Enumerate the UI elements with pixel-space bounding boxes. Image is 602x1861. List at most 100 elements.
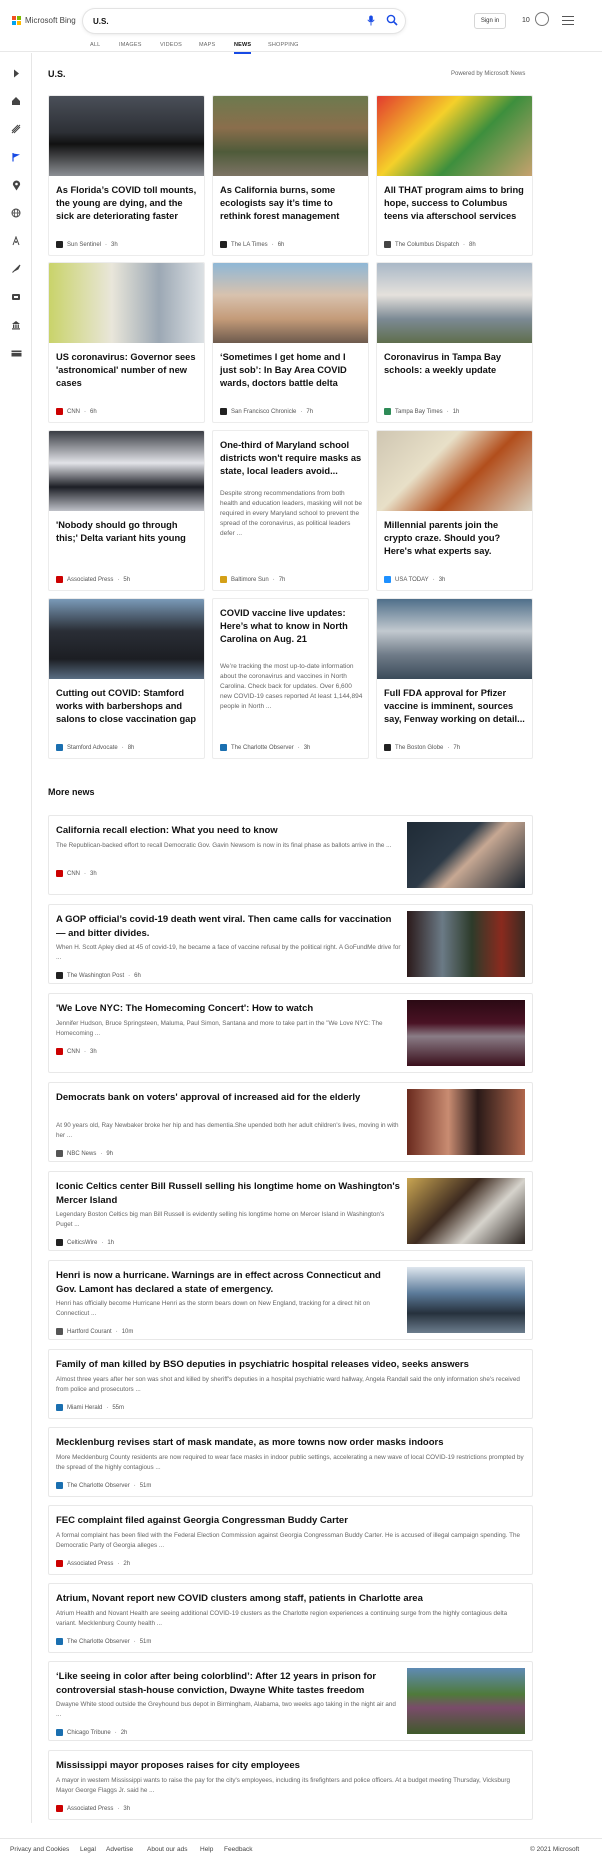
local-pin-icon[interactable] [10, 179, 22, 191]
news-card-image[interactable] [377, 599, 532, 679]
news-card-title[interactable]: All THAT program aims to bring hope, suc… [384, 184, 528, 222]
tab-shopping[interactable]: SHOPPING [268, 42, 299, 54]
news-card-image[interactable] [49, 431, 204, 511]
news-card-title[interactable]: Millennial parents join the crypto craze… [384, 519, 528, 557]
sports-icon[interactable] [10, 123, 22, 135]
news-card-source[interactable]: USA TODAY · 3h [384, 576, 445, 583]
news-card-title[interactable]: As California burns, some ecologists say… [220, 184, 364, 222]
news-item-title[interactable]: Democrats bank on voters' approval of in… [56, 1091, 402, 1105]
news-list-item[interactable]: FEC complaint filed against Georgia Cong… [48, 1505, 533, 1575]
money-icon[interactable] [10, 347, 22, 359]
tab-news[interactable]: NEWS [234, 42, 252, 54]
expand-arrow-icon[interactable] [10, 67, 22, 79]
tab-videos[interactable]: VIDEOS [160, 42, 182, 54]
news-card-image[interactable] [377, 96, 532, 176]
news-item-title[interactable]: Mecklenburg revises start of mask mandat… [56, 1436, 526, 1450]
news-card[interactable]: Coronavirus in Tampa Bay schools: a week… [376, 262, 533, 423]
news-item-source[interactable]: CelticsWire · 1h [56, 1239, 114, 1246]
news-item-title[interactable]: Iconic Celtics center Bill Russell selli… [56, 1180, 402, 1207]
news-card-image[interactable] [213, 96, 368, 176]
news-card-image[interactable] [49, 96, 204, 176]
news-card[interactable]: Full FDA approval for Pfizer vaccine is … [376, 598, 533, 759]
news-item-image[interactable] [407, 911, 525, 977]
news-item-image[interactable] [407, 1089, 525, 1155]
news-list-item[interactable]: Iconic Celtics center Bill Russell selli… [48, 1171, 533, 1251]
news-card-source[interactable]: Sun Sentinel · 3h [56, 241, 118, 248]
tab-images[interactable]: IMAGES [119, 42, 142, 54]
news-item-source[interactable]: The Charlotte Observer · 51m [56, 1482, 151, 1489]
news-item-source[interactable]: Chicago Tribune · 2h [56, 1729, 127, 1736]
home-icon[interactable] [10, 95, 22, 107]
news-item-image[interactable] [407, 1000, 525, 1066]
politics-flag-icon[interactable] [10, 151, 22, 163]
news-item-source[interactable]: Associated Press · 3h [56, 1805, 130, 1812]
news-item-source[interactable]: Miami Herald · 55m [56, 1404, 124, 1411]
news-card-source[interactable]: Tampa Bay Times · 1h [384, 408, 459, 415]
news-card[interactable]: Millennial parents join the crypto craze… [376, 430, 533, 591]
footer-link-advertise[interactable]: Advertise [106, 1846, 133, 1853]
science-icon[interactable] [10, 235, 22, 247]
news-card[interactable]: US coronavirus: Governor sees 'astronomi… [48, 262, 205, 423]
news-list-item[interactable]: Family of man killed by BSO deputies in … [48, 1349, 533, 1419]
news-list-item[interactable]: Mississippi mayor proposes raises for ci… [48, 1750, 533, 1820]
news-card-source[interactable]: San Francisco Chronicle · 7h [220, 408, 313, 415]
news-item-image[interactable] [407, 1267, 525, 1333]
news-card-source[interactable]: CNN · 6h [56, 408, 97, 415]
bing-logo[interactable]: Microsoft Bing [12, 16, 76, 25]
news-card[interactable]: COVID vaccine live updates: Here’s what … [212, 598, 369, 759]
news-item-source[interactable]: The Washington Post · 6h [56, 972, 141, 979]
news-card[interactable]: ‘Sometimes I get home and I just sob’: I… [212, 262, 369, 423]
search-input[interactable] [93, 15, 343, 27]
news-card[interactable]: One-third of Maryland school districts w… [212, 430, 369, 591]
news-card-title[interactable]: ‘Sometimes I get home and I just sob’: I… [220, 351, 364, 389]
news-card-image[interactable] [49, 599, 204, 679]
news-list-item[interactable]: Henri is now a hurricane. Warnings are i… [48, 1260, 533, 1340]
hamburger-menu-icon[interactable] [562, 16, 574, 25]
news-card-source[interactable]: Stamford Advocate · 8h [56, 744, 134, 751]
tab-maps[interactable]: MAPS [199, 42, 215, 54]
microphone-icon[interactable] [367, 15, 375, 26]
footer-link-about-ads[interactable]: About our ads [147, 1846, 187, 1853]
news-item-source[interactable]: CNN · 3h [56, 1048, 97, 1055]
news-card-title[interactable]: As Florida’s COVID toll mounts, the youn… [56, 184, 200, 222]
tab-all[interactable]: ALL [90, 42, 100, 54]
news-list-item[interactable]: ‘Like seeing in color after being colorb… [48, 1661, 533, 1741]
news-list-item[interactable]: A GOP official’s covid-19 death went vir… [48, 904, 533, 984]
news-item-source[interactable]: NBC News · 9h [56, 1150, 113, 1157]
technology-rocket-icon[interactable] [10, 263, 22, 275]
news-item-title[interactable]: FEC complaint filed against Georgia Cong… [56, 1514, 526, 1528]
news-card[interactable]: All THAT program aims to bring hope, suc… [376, 95, 533, 256]
news-item-source[interactable]: Associated Press · 2h [56, 1560, 130, 1567]
news-card[interactable]: As California burns, some ecologists say… [212, 95, 369, 256]
news-item-title[interactable]: 'We Love NYC: The Homecoming Concert': H… [56, 1002, 402, 1016]
news-item-image[interactable] [407, 822, 525, 888]
news-card-image[interactable] [377, 431, 532, 511]
news-card-title[interactable]: 'Nobody should go through this;' Delta v… [56, 519, 200, 545]
news-list-item[interactable]: Atrium, Novant report new COVID clusters… [48, 1583, 533, 1653]
footer-link-feedback[interactable]: Feedback [224, 1846, 253, 1853]
entertainment-icon[interactable] [10, 291, 22, 303]
news-list-item[interactable]: Mecklenburg revises start of mask mandat… [48, 1427, 533, 1497]
footer-link-privacy[interactable]: Privacy and Cookies [10, 1846, 69, 1853]
powered-by-label[interactable]: Powered by Microsoft News [451, 71, 525, 77]
footer-link-legal[interactable]: Legal [80, 1846, 96, 1853]
news-card-title[interactable]: US coronavirus: Governor sees 'astronomi… [56, 351, 200, 389]
news-card-source[interactable]: The Boston Globe · 7h [384, 744, 460, 751]
footer-link-help[interactable]: Help [200, 1846, 213, 1853]
news-card-title[interactable]: Full FDA approval for Pfizer vaccine is … [384, 687, 528, 725]
news-item-source[interactable]: The Charlotte Observer · 51m [56, 1638, 151, 1645]
news-card-source[interactable]: The LA Times · 6h [220, 241, 284, 248]
news-card-title[interactable]: One-third of Maryland school districts w… [220, 439, 364, 477]
news-card-source[interactable]: The Charlotte Observer · 3h [220, 744, 310, 751]
world-globe-icon[interactable] [10, 207, 22, 219]
news-card-title[interactable]: Cutting out COVID: Stamford works with b… [56, 687, 200, 725]
news-card-source[interactable]: The Columbus Dispatch · 8h [384, 241, 476, 248]
news-card[interactable]: 'Nobody should go through this;' Delta v… [48, 430, 205, 591]
news-item-source[interactable]: CNN · 3h [56, 870, 97, 877]
business-icon[interactable] [10, 319, 22, 331]
news-item-image[interactable] [407, 1668, 525, 1734]
rewards-icon[interactable] [535, 12, 549, 26]
news-card-image[interactable] [377, 263, 532, 343]
news-item-title[interactable]: California recall election: What you nee… [56, 824, 402, 838]
news-list-item[interactable]: 'We Love NYC: The Homecoming Concert': H… [48, 993, 533, 1073]
